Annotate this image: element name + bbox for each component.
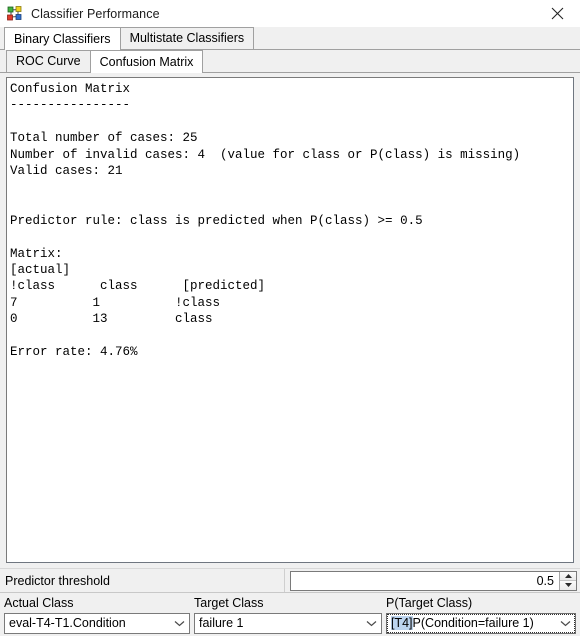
title-bar: Classifier Performance (0, 0, 580, 27)
tab-roc-curve[interactable]: ROC Curve (6, 50, 91, 72)
tab-multistate-classifiers[interactable]: Multistate Classifiers (119, 27, 255, 49)
target-class-label: Target Class (194, 595, 264, 610)
predictor-threshold-field-cell: 0.5 (285, 569, 580, 592)
binary-classifiers-panel: ROC Curve Confusion Matrix Confusion Mat… (0, 50, 580, 568)
target-class-value: failure 1 (199, 616, 244, 630)
p-target-class-value-highlight: [T4] (391, 616, 413, 630)
predictor-threshold-spinner[interactable]: 0.5 (290, 570, 577, 591)
tab-binary-classifiers-label: Binary Classifiers (14, 32, 111, 46)
p-target-class-label-cell: P(Target Class) (382, 593, 580, 612)
predictor-threshold-value[interactable]: 0.5 (291, 571, 559, 590)
actual-class-label-cell: Actual Class (0, 593, 190, 612)
target-class-combo-cell: failure 1 (190, 612, 382, 634)
network-graph-icon (6, 5, 24, 23)
tab-binary-classifiers[interactable]: Binary Classifiers (4, 27, 121, 50)
outer-tab-strip: Binary Classifiers Multistate Classifier… (0, 27, 580, 50)
target-class-dropdown[interactable]: failure 1 (194, 612, 382, 634)
spinner-buttons (559, 571, 576, 590)
actual-class-dropdown[interactable]: eval-T4-T1.Condition (4, 612, 190, 634)
report-text: Confusion Matrix ---------------- Total … (10, 82, 521, 360)
p-target-class-value: [T4]P(Condition=failure 1) (387, 616, 556, 630)
predictor-threshold-label: Predictor threshold (0, 569, 285, 592)
class-selectors: Actual Class Target Class P(Target Class… (0, 592, 580, 636)
inner-tab-strip: ROC Curve Confusion Matrix (0, 50, 580, 73)
p-target-class-value-rest: P(Condition=failure 1) (412, 616, 534, 630)
spinner-up-button[interactable] (560, 571, 576, 581)
window-title: Classifier Performance (31, 6, 160, 21)
p-target-class-label: P(Target Class) (386, 595, 473, 610)
classifier-performance-window: Classifier Performance Binary Classifier… (0, 0, 580, 636)
p-target-class-combo-cell: [T4]P(Condition=failure 1) (382, 612, 580, 634)
p-target-class-dropdown[interactable]: [T4]P(Condition=failure 1) (386, 612, 576, 634)
selector-controls-row: eval-T4-T1.Condition failure 1 [T4]P(Con… (0, 612, 580, 636)
tab-multistate-classifiers-label: Multistate Classifiers (129, 31, 245, 45)
actual-class-label: Actual Class (4, 595, 74, 610)
predictor-threshold-row: Predictor threshold 0.5 (0, 568, 580, 592)
chevron-down-icon (556, 620, 575, 627)
chevron-down-icon (170, 620, 189, 627)
report-panel-container: Confusion Matrix ---------------- Total … (0, 73, 580, 568)
close-button[interactable] (535, 0, 580, 27)
actual-class-value: eval-T4-T1.Condition (9, 616, 126, 630)
actual-class-combo-cell: eval-T4-T1.Condition (0, 612, 190, 634)
spinner-down-button[interactable] (560, 581, 576, 590)
target-class-label-cell: Target Class (190, 593, 382, 612)
tab-roc-curve-label: ROC Curve (16, 54, 81, 68)
chevron-down-icon (362, 620, 381, 627)
tab-confusion-matrix[interactable]: Confusion Matrix (89, 50, 204, 73)
tab-confusion-matrix-label: Confusion Matrix (99, 55, 194, 69)
confusion-matrix-report[interactable]: Confusion Matrix ---------------- Total … (6, 77, 574, 563)
selector-labels-row: Actual Class Target Class P(Target Class… (0, 593, 580, 612)
